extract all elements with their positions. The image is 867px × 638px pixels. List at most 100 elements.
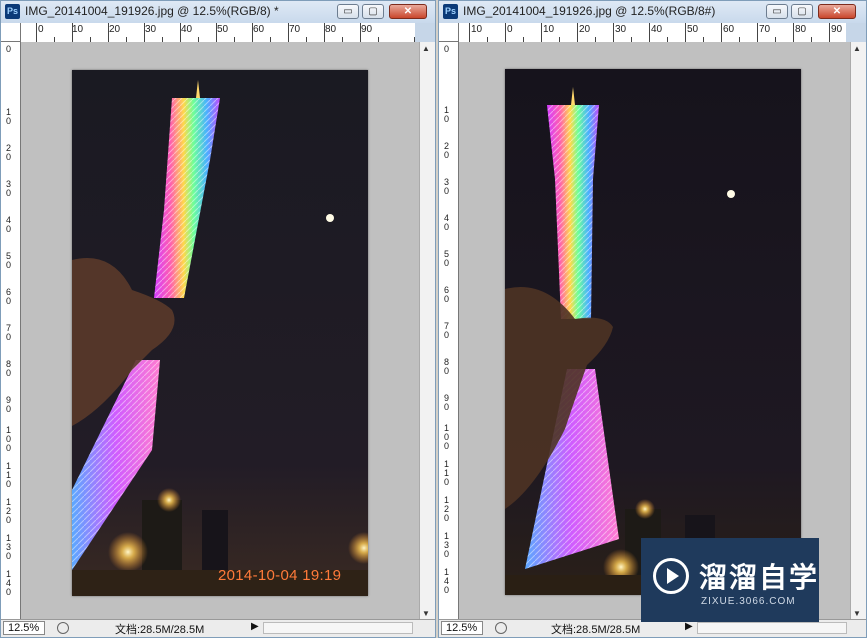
ruler-label: 1 4 0 [444,567,450,595]
close-icon: ✕ [403,6,413,17]
restore-button[interactable]: ▢ [362,4,384,19]
ruler-label: 80 [325,24,337,35]
canvas-area[interactable]: 2014-10-04 19:19 [21,42,419,620]
ruler-label: 4 0 [6,215,12,234]
ruler-label: 70 [289,24,301,35]
title-bar[interactable]: Ps IMG_20141004_191926.jpg @ 12.5%(RGB/8… [1,1,435,23]
ruler-label: 20 [109,24,121,35]
ruler-label: 6 0 [444,285,450,304]
status-info-icon[interactable] [57,622,69,634]
ruler-label: 0 [507,24,513,35]
ruler-label: 5 0 [444,249,450,268]
zoom-field[interactable]: 12.5% [3,621,45,635]
ruler-label: 8 0 [444,357,450,376]
minimize-button[interactable]: ▭ [337,4,359,19]
ruler-label: 50 [217,24,229,35]
horizontal-scrollbar[interactable] [697,622,847,634]
close-button[interactable]: ✕ [389,4,427,19]
minimize-icon: ▭ [772,6,782,17]
ruler-label: 60 [723,24,735,35]
ruler-label: 1 2 0 [6,497,12,525]
ruler-label: 7 0 [6,323,12,342]
ruler-label: 1 3 0 [444,531,450,559]
ruler-label: 0 [38,24,44,35]
minimize-button[interactable]: ▭ [766,4,788,19]
vertical-scrollbar[interactable]: ▲ ▼ [850,42,866,620]
ruler-label: 60 [253,24,265,35]
ruler-label: 6 0 [6,287,12,306]
date-stamp: 2014-10-04 19:19 [218,567,342,584]
close-icon: ✕ [832,6,842,17]
ruler-label: 1 1 0 [444,459,450,487]
status-info-icon[interactable] [495,622,507,634]
window-title: IMG_20141004_191926.jpg @ 12.5%(RGB/8) * [25,4,279,18]
window-title: IMG_20141004_191926.jpg @ 12.5%(RGB/8#) [463,4,716,18]
play-icon [667,568,679,584]
photoshop-icon: Ps [5,4,20,19]
ruler-label: 1 0 [6,107,12,126]
ruler-label: 50 [687,24,699,35]
ruler-label: 1 3 0 [6,533,12,561]
ruler-label: 1 0 [444,105,450,124]
minimize-icon: ▭ [343,6,353,17]
ruler-label: 1 1 0 [6,461,12,489]
watermark-url: ZIXUE.3066.COM [701,596,796,607]
ruler-label: 2 0 [6,143,12,162]
ruler-label: 3 0 [6,179,12,198]
restore-icon: ▢ [368,6,378,17]
vertical-ruler[interactable]: 0 1 0 2 0 3 0 4 0 5 0 6 0 7 0 8 0 9 0 1 … [439,42,459,620]
ruler-label: 4 0 [444,213,450,232]
tower-photo-image [505,69,801,595]
ruler-label: 20 [579,24,591,35]
photo-canton-tower[interactable] [505,69,801,595]
close-button[interactable]: ✕ [818,4,856,19]
ruler-label: 1 0 0 [6,425,12,453]
ruler-label: 2 0 [444,141,450,160]
ruler-label: 70 [759,24,771,35]
ruler-origin[interactable] [439,23,459,42]
horizontal-scrollbar[interactable] [263,622,413,634]
scroll-up-icon[interactable]: ▲ [853,44,861,53]
scroll-down-icon[interactable]: ▼ [853,609,861,618]
watermark-logo: 溜溜自学 ZIXUE.3066.COM [641,538,819,622]
vertical-scrollbar[interactable]: ▲ ▼ [419,42,435,620]
ruler-label: 10 [543,24,555,35]
ruler-label: 40 [651,24,663,35]
ruler-label: 0 [6,44,12,54]
ruler-origin[interactable] [1,23,21,42]
horizontal-ruler[interactable]: 0 10 20 30 40 50 60 70 80 90 [21,23,415,43]
ruler-label: 30 [145,24,157,35]
zoom-field[interactable]: 12.5% [441,621,483,635]
status-bar: 12.5% 文档:28.5M/28.5M ▶ [1,619,435,637]
tower-photo-image [72,70,368,596]
restore-icon: ▢ [797,6,807,17]
ruler-label: 90 [831,24,843,35]
ruler-label: 10 [72,24,84,35]
ruler-label: 3 0 [444,177,450,196]
watermark-text: 溜溜自学 [699,562,820,593]
document-info: 文档:28.5M/28.5M [115,624,205,636]
ruler-label: 90 [361,24,373,35]
status-menu-arrow-icon[interactable]: ▶ [685,621,693,632]
ruler-label: 30 [615,24,627,35]
ruler-label: 9 0 [6,395,12,414]
horizontal-ruler[interactable]: 10 0 10 20 30 40 50 60 70 80 90 [459,23,846,43]
canvas-area[interactable] [459,42,850,620]
vertical-ruler[interactable]: 0 1 0 2 0 3 0 4 0 5 0 6 0 7 0 8 0 9 0 1 … [1,42,21,620]
ruler-label: 1 0 0 [444,423,450,451]
restore-button[interactable]: ▢ [791,4,813,19]
status-menu-arrow-icon[interactable]: ▶ [251,621,259,632]
ruler-label: 80 [795,24,807,35]
photoshop-icon: Ps [443,4,458,19]
photo-canton-tower[interactable]: 2014-10-04 19:19 [72,70,368,596]
ruler-label: 8 0 [6,359,12,378]
ruler-label: 10 [471,24,483,35]
scroll-down-icon[interactable]: ▼ [422,609,430,618]
ruler-label: 5 0 [6,251,12,270]
title-bar[interactable]: Ps IMG_20141004_191926.jpg @ 12.5%(RGB/8… [439,1,866,23]
ruler-label: 0 [444,44,450,54]
scroll-up-icon[interactable]: ▲ [422,44,430,53]
document-window-edited[interactable]: Ps IMG_20141004_191926.jpg @ 12.5%(RGB/8… [0,0,436,638]
ruler-label: 7 0 [444,321,450,340]
ruler-label: 9 0 [444,393,450,412]
